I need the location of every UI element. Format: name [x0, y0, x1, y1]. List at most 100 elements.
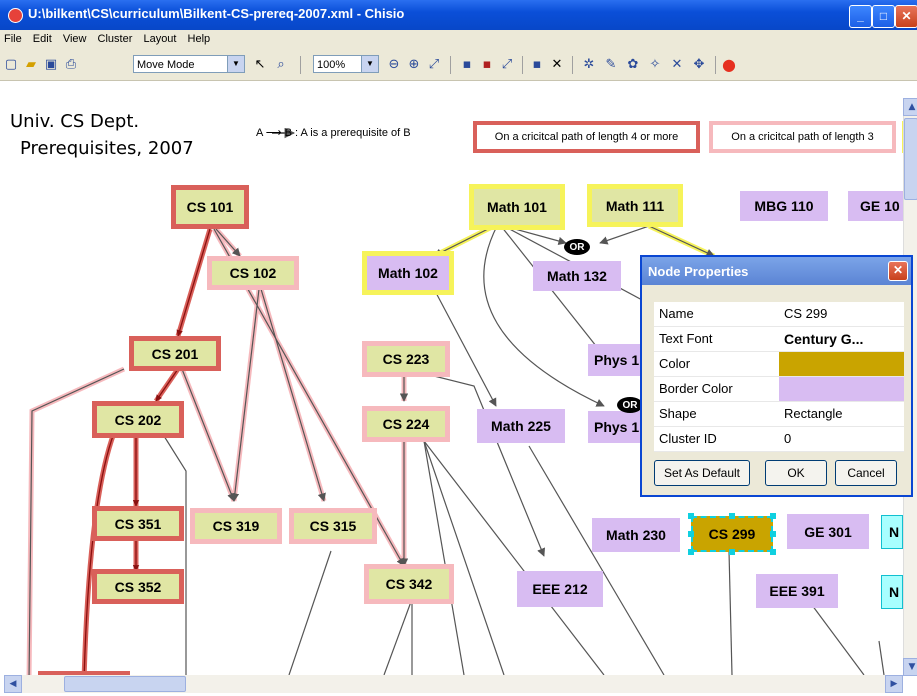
add-compound-icon[interactable]: ▪	[478, 56, 496, 74]
color-swatch[interactable]	[779, 352, 904, 376]
or-node[interactable]: OR	[564, 239, 590, 255]
zoom-select[interactable]: 100% ▼	[313, 55, 379, 73]
node-math111[interactable]: Math 111	[587, 184, 683, 227]
selection-handle[interactable]	[688, 513, 694, 519]
node-math102[interactable]: Math 102	[362, 251, 454, 295]
scroll-down-icon[interactable]: ▼	[903, 658, 917, 676]
zoom-out-icon[interactable]: ⊖	[385, 56, 403, 74]
scroll-right-icon[interactable]: ▶	[885, 675, 903, 693]
node-eee391[interactable]: EEE 391	[756, 574, 838, 608]
node-cyan-partial[interactable]: N	[881, 515, 903, 549]
node-math230[interactable]: Math 230	[592, 518, 680, 552]
node-cs299-selected[interactable]: CS 299	[691, 516, 773, 552]
diagram-subheading: Prerequisites, 2007	[20, 138, 194, 159]
new-file-icon[interactable]: ▢	[2, 56, 20, 74]
save-icon[interactable]: ▣	[42, 56, 60, 74]
delete-icon[interactable]: ✕	[548, 56, 566, 74]
node-ge10[interactable]: GE 10	[848, 191, 903, 221]
delete-node-icon[interactable]: ▪	[528, 56, 546, 74]
horizontal-scrollbar[interactable]: ◀ ▶	[4, 675, 903, 693]
node-cs224[interactable]: CS 224	[362, 406, 450, 442]
node-math132[interactable]: Math 132	[533, 261, 621, 291]
mode-select[interactable]: Move Mode ▼	[133, 55, 245, 73]
property-row-cluster[interactable]: Cluster ID 0	[654, 427, 904, 452]
minimize-icon[interactable]: _	[849, 5, 872, 28]
cancel-button[interactable]: Cancel	[835, 460, 897, 486]
property-value[interactable]: Rectangle	[779, 402, 904, 426]
menu-file[interactable]: File	[0, 30, 26, 45]
set-as-default-button[interactable]: Set As Default	[654, 460, 750, 486]
selection-handle[interactable]	[770, 513, 776, 519]
node-cs201[interactable]: CS 201	[129, 336, 221, 371]
zoom-in-icon[interactable]: ⊕	[405, 56, 423, 74]
selection-handle[interactable]	[729, 513, 735, 519]
selection-handle[interactable]	[688, 549, 694, 555]
node-phys2[interactable]: Phys 1	[588, 411, 644, 443]
layout-tree-icon[interactable]: ✎	[602, 56, 620, 74]
record-icon[interactable]: ●	[720, 56, 738, 74]
print-icon[interactable]: ⎙	[62, 56, 80, 74]
layout-circle-icon[interactable]: ✿	[624, 56, 642, 74]
open-folder-icon[interactable]: ▰	[22, 56, 40, 74]
selection-handle[interactable]	[688, 531, 694, 537]
node-eee212[interactable]: EEE 212	[517, 571, 603, 607]
node-math225[interactable]: Math 225	[477, 409, 565, 443]
property-value[interactable]: Century G...	[779, 327, 904, 351]
menu-edit[interactable]: Edit	[29, 30, 56, 45]
layout-random-icon[interactable]: ✕	[668, 56, 686, 74]
select-pointer-icon[interactable]: ↖	[251, 56, 269, 74]
node-math101[interactable]: Math 101	[469, 184, 565, 230]
node-cyan-partial[interactable]: N	[881, 575, 903, 609]
node-cs315[interactable]: CS 315	[289, 508, 377, 544]
toolbar-separator	[450, 56, 451, 74]
chevron-down-icon[interactable]: ▼	[227, 56, 244, 72]
menu-view[interactable]: View	[59, 30, 91, 45]
dialog-title-bar[interactable]: Node Properties ✕	[642, 257, 911, 285]
node-phys1[interactable]: Phys 1	[588, 344, 644, 376]
property-value[interactable]: CS 299	[779, 302, 904, 326]
property-key: Name	[659, 306, 694, 321]
close-icon[interactable]: ✕	[895, 5, 917, 28]
menu-help[interactable]: Help	[184, 30, 215, 45]
property-key: Border Color	[659, 381, 733, 396]
dialog-title: Node Properties	[648, 264, 749, 279]
node-cs342[interactable]: CS 342	[364, 564, 454, 604]
property-row-name[interactable]: Name CS 299	[654, 302, 904, 327]
selection-handle[interactable]	[729, 549, 735, 555]
menu-cluster[interactable]: Cluster	[94, 30, 137, 45]
menu-layout[interactable]: Layout	[139, 30, 180, 45]
property-row-font[interactable]: Text Font Century G...	[654, 327, 904, 352]
add-edge-icon[interactable]: ⤢	[498, 56, 516, 74]
chevron-down-icon[interactable]: ▼	[361, 56, 378, 72]
border-color-swatch[interactable]	[779, 377, 904, 401]
scroll-up-icon[interactable]: ▲	[903, 98, 917, 116]
fit-zoom-icon[interactable]: ⤢	[425, 56, 443, 74]
property-value[interactable]: 0	[779, 427, 904, 451]
layout-spring-icon[interactable]: ✧	[646, 56, 664, 74]
node-cs102[interactable]: CS 102	[207, 256, 299, 290]
dialog-close-icon[interactable]: ✕	[888, 261, 908, 281]
node-ge301[interactable]: GE 301	[787, 514, 869, 549]
node-cs223[interactable]: CS 223	[362, 341, 450, 377]
property-row-shape[interactable]: Shape Rectangle	[654, 402, 904, 427]
scroll-left-icon[interactable]: ◀	[4, 675, 22, 693]
layout-cise-icon[interactable]: ✥	[690, 56, 708, 74]
add-node-icon[interactable]: ▪	[458, 56, 476, 74]
horizontal-scroll-thumb[interactable]	[64, 676, 186, 692]
node-cs351[interactable]: CS 351	[92, 506, 184, 541]
title-bar: U:\bilkent\CS\curriculum\Bilkent-CS-prer…	[0, 0, 917, 30]
zoom-tool-icon[interactable]: ⌕	[272, 56, 290, 74]
selection-handle[interactable]	[770, 549, 776, 555]
property-row-border-color[interactable]: Border Color	[654, 377, 904, 402]
vertical-scroll-thumb[interactable]	[904, 118, 917, 200]
ok-button[interactable]: OK	[765, 460, 827, 486]
layout-icon[interactable]: ✲	[580, 56, 598, 74]
selection-handle[interactable]	[770, 531, 776, 537]
node-mbg110[interactable]: MBG 110	[740, 191, 828, 221]
maximize-icon[interactable]: □	[872, 5, 895, 28]
node-cs352[interactable]: CS 352	[92, 569, 184, 604]
property-row-color[interactable]: Color	[654, 352, 904, 377]
node-cs202[interactable]: CS 202	[92, 401, 184, 438]
node-cs101[interactable]: CS 101	[171, 185, 249, 229]
node-cs319[interactable]: CS 319	[190, 508, 282, 544]
